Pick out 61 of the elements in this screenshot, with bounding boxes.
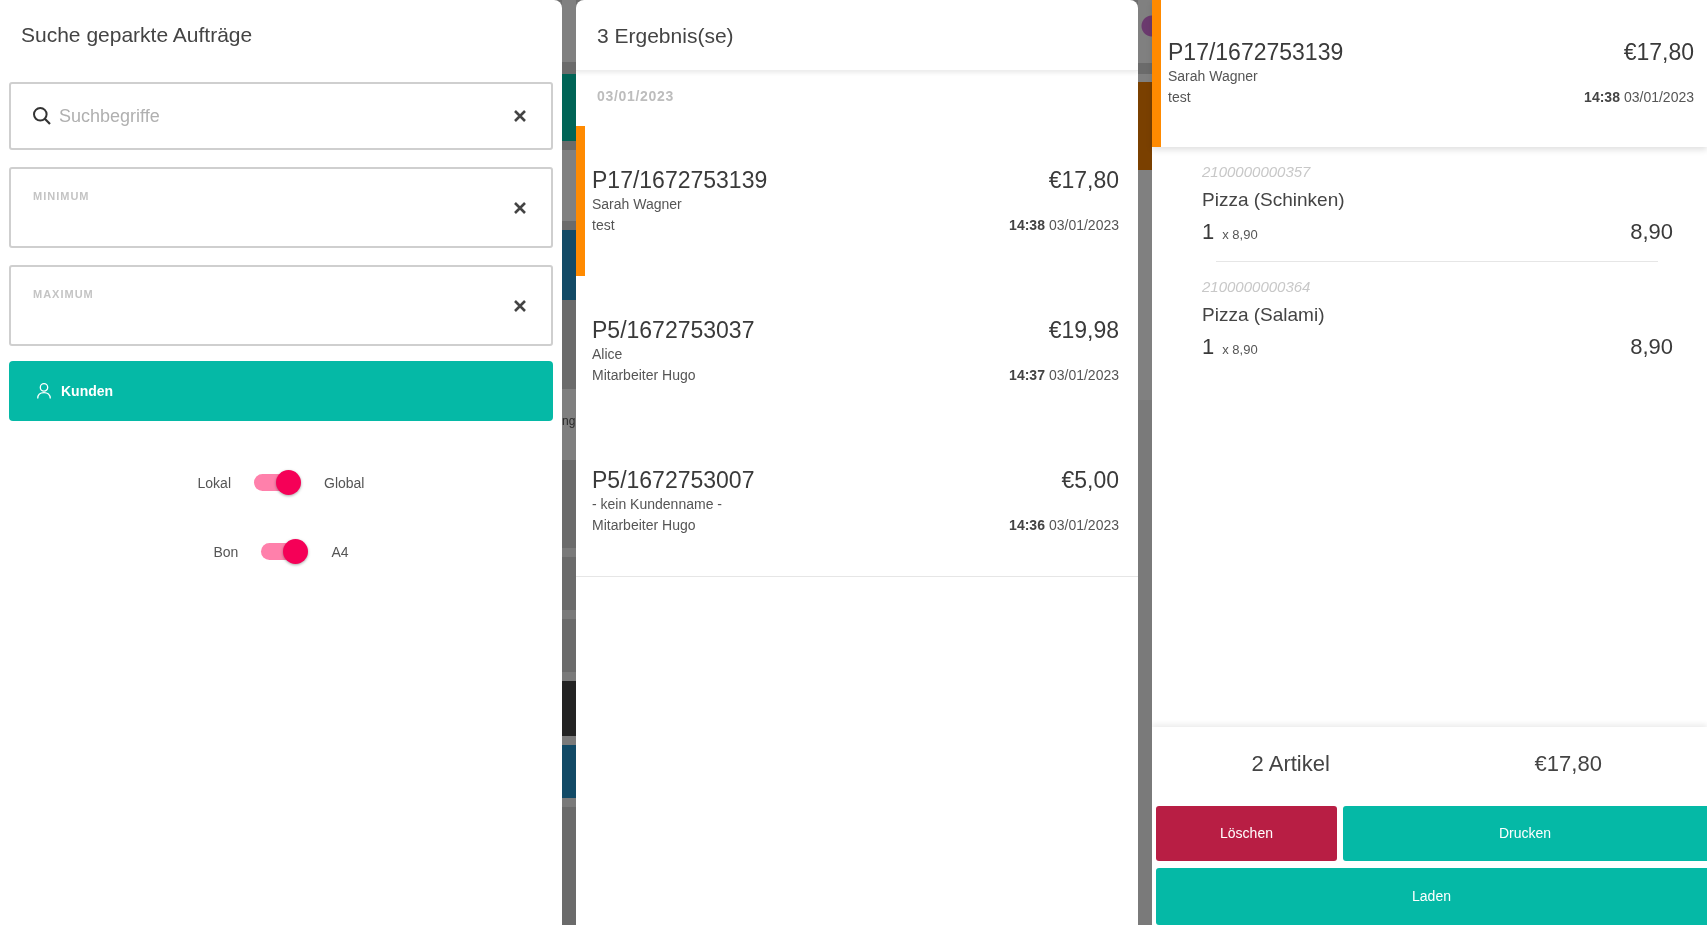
toggle-switch[interactable] [261,539,309,564]
order-time: 14:38 [1584,88,1620,107]
order-date: 03/01/2023 [1048,365,1119,385]
line-total: 8,90 [1630,333,1673,361]
order-total: €17,80 [1534,751,1602,776]
order-total: €19,98 [1048,316,1119,344]
toggle-label: Global [324,473,365,492]
order-total: €5,00 [1061,466,1119,494]
field-label: MINIMUM [33,189,90,203]
action-button[interactable]: Löschen [1156,806,1337,861]
order-list-item[interactable]: P5/1672753007 €5,00 - kein Kundenname - Mitarbeiter Hugo 14:36 03/01/2023 [576,426,1138,576]
action-button[interactable]: Laden [1156,868,1707,925]
person-icon [37,383,51,399]
order-number: P5/1672753007 [592,466,755,494]
order-date: 03/01/2023 [1623,88,1694,107]
search-input[interactable]: Suchbegriffe [59,102,514,130]
order-date: 03/01/2023 [1048,515,1119,535]
line-total: 8,90 [1630,218,1673,246]
toggle-label: Lokal [197,473,231,492]
order-number: P5/1672753037 [592,316,755,344]
order-list-item[interactable]: P5/1672753037 €19,98 Alice Mitarbeiter Hugo 14:37 03/01/2023 [576,276,1138,426]
customer-name: - kein Kundenname - [592,495,722,512]
order-note: test [1168,88,1191,107]
item-name: Pizza (Schinken) [1202,189,1345,210]
order-note: Mitarbeiter Hugo [592,515,696,535]
order-note: test [592,215,615,235]
panel-title: 3 Ergebnis(se) [597,22,734,48]
order-total: €17,80 [1623,39,1694,66]
customer-name: Sarah Wagner [592,195,682,212]
toggle-label: Bon [213,542,239,561]
customer-name: Alice [592,345,623,362]
date-header: 03/01/2023 [597,88,675,104]
search-field[interactable]: Suchbegriffe [9,82,553,150]
clear-icon[interactable] [514,201,526,214]
search-icon [33,107,51,125]
order-date: 03/01/2023 [1048,215,1119,235]
item-count: 2 Artikel [1251,751,1330,776]
unit-price: x 8,90 [1222,226,1258,244]
item-quantity: 1 [1202,333,1215,361]
input-field[interactable]: MINIMUM [9,167,553,248]
order-time: 14:38 [1009,215,1045,235]
field-label: MAXIMUM [33,287,94,301]
order-number: P17/1672753139 [592,166,768,194]
clear-icon[interactable] [514,299,526,312]
action-button[interactable]: Drucken [1343,806,1707,861]
toggle-switch[interactable] [254,470,301,495]
order-number: P17/1672753139 [1168,39,1344,66]
unit-price: x 8,90 [1222,341,1258,359]
clear-icon[interactable] [514,110,526,122]
order-time: 14:37 [1009,365,1045,385]
toggle-label: A4 [331,542,349,561]
customers-button[interactable]: Kunden [9,361,553,421]
order-time: 14:36 [1009,515,1045,535]
input-field[interactable]: MAXIMUM [9,265,553,346]
item-quantity: 1 [1202,218,1215,246]
item-name: Pizza (Salami) [1202,304,1325,325]
order-note: Mitarbeiter Hugo [592,365,696,385]
panel-title: Suche geparkte Aufträge [20,22,254,47]
customer-name: Sarah Wagner [1168,68,1258,84]
background-text: ng [562,414,576,428]
order-total: €17,80 [1048,166,1119,194]
